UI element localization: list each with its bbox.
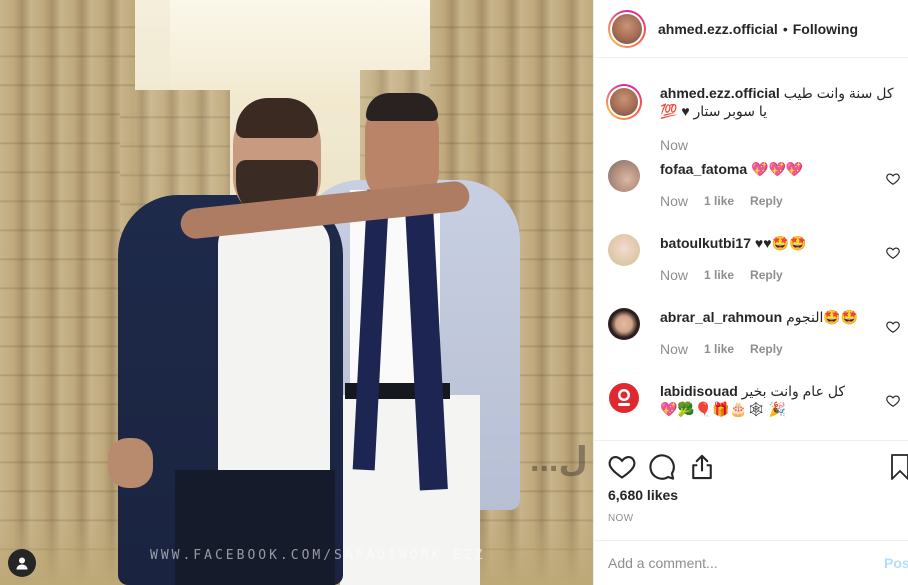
- following-button[interactable]: Following: [793, 21, 858, 37]
- heart-icon[interactable]: [886, 246, 900, 260]
- comments-list[interactable]: ahmed.ezz.official كل سنة وانت طيب يا سو…: [594, 58, 908, 440]
- woman-hand-avatar[interactable]: [608, 160, 640, 192]
- comment-likes[interactable]: 1 like: [704, 192, 734, 210]
- heart-icon[interactable]: [886, 172, 900, 186]
- bookmark-icon[interactable]: [890, 453, 908, 481]
- reply-button[interactable]: Reply: [750, 340, 783, 358]
- caption-username[interactable]: ahmed.ezz.official: [660, 85, 780, 101]
- comment-input[interactable]: [608, 555, 848, 571]
- add-comment-bar: Post: [594, 540, 908, 585]
- person-left-shirt: [218, 215, 330, 485]
- comment-username[interactable]: labidisouad: [660, 383, 738, 399]
- caption-time[interactable]: Now: [660, 136, 688, 154]
- like-heart-icon[interactable]: [608, 453, 636, 481]
- photo-watermark: WWW.FACEBOOK.COM/SAFADIWORK.EZZ: [150, 548, 486, 563]
- post-photo[interactable]: ...ل WWW.FACEBOOK.COM/SAFADIWORK.EZZ: [0, 0, 593, 585]
- photo-corner-mark: ...ل: [530, 441, 588, 479]
- comment-text: النجوم🤩🤩: [786, 309, 859, 325]
- comment-text: 💖💖💖: [751, 161, 804, 177]
- caption-avatar[interactable]: [606, 84, 642, 120]
- comment-username[interactable]: abrar_al_rahmoun: [660, 309, 782, 325]
- blonde-girl-avatar[interactable]: [608, 234, 640, 266]
- person-icon: [16, 557, 28, 570]
- likes-count[interactable]: 6,680 likes: [608, 487, 678, 503]
- share-icon[interactable]: [688, 453, 716, 481]
- comment-text: ♥♥🤩🤩: [754, 235, 807, 251]
- reply-button[interactable]: Reply: [750, 192, 783, 210]
- comment-username[interactable]: fofaa_fatoma: [660, 161, 747, 177]
- hijab-woman-avatar[interactable]: [608, 308, 640, 340]
- comment-time[interactable]: Now: [660, 266, 688, 284]
- user-tags-button[interactable]: [8, 549, 36, 577]
- post-sidebar: ahmed.ezz.official • Following ahmed.ezz…: [593, 0, 908, 585]
- comment-username[interactable]: batoulkutbi17: [660, 235, 751, 251]
- heart-icon[interactable]: [886, 320, 900, 334]
- person-left-trousers: [175, 470, 335, 585]
- person-right-hair: [366, 93, 438, 121]
- post-timestamp[interactable]: NOW: [608, 513, 633, 524]
- person-left-hand: [108, 438, 153, 488]
- photo-pillar-left: [0, 0, 135, 585]
- comment-likes[interactable]: 1 like: [704, 340, 734, 358]
- comment-time[interactable]: Now: [660, 340, 688, 358]
- person-left-hair: [236, 98, 318, 138]
- post-actions: 6,680 likes NOW: [594, 440, 908, 540]
- post-header: ahmed.ezz.official • Following: [594, 0, 908, 58]
- post-comment-button[interactable]: Post: [884, 555, 908, 571]
- heart-icon[interactable]: [886, 394, 900, 408]
- reply-button[interactable]: Reply: [750, 266, 783, 284]
- red-emblem-icon: [609, 383, 639, 413]
- author-username[interactable]: ahmed.ezz.official: [658, 21, 778, 37]
- comment-time[interactable]: Now: [660, 192, 688, 210]
- comment-bubble-icon[interactable]: [648, 453, 676, 481]
- header-separator: •: [782, 20, 788, 37]
- red-logo-avatar[interactable]: [608, 382, 640, 414]
- author-avatar[interactable]: [608, 9, 646, 48]
- comment-likes[interactable]: 1 like: [704, 266, 734, 284]
